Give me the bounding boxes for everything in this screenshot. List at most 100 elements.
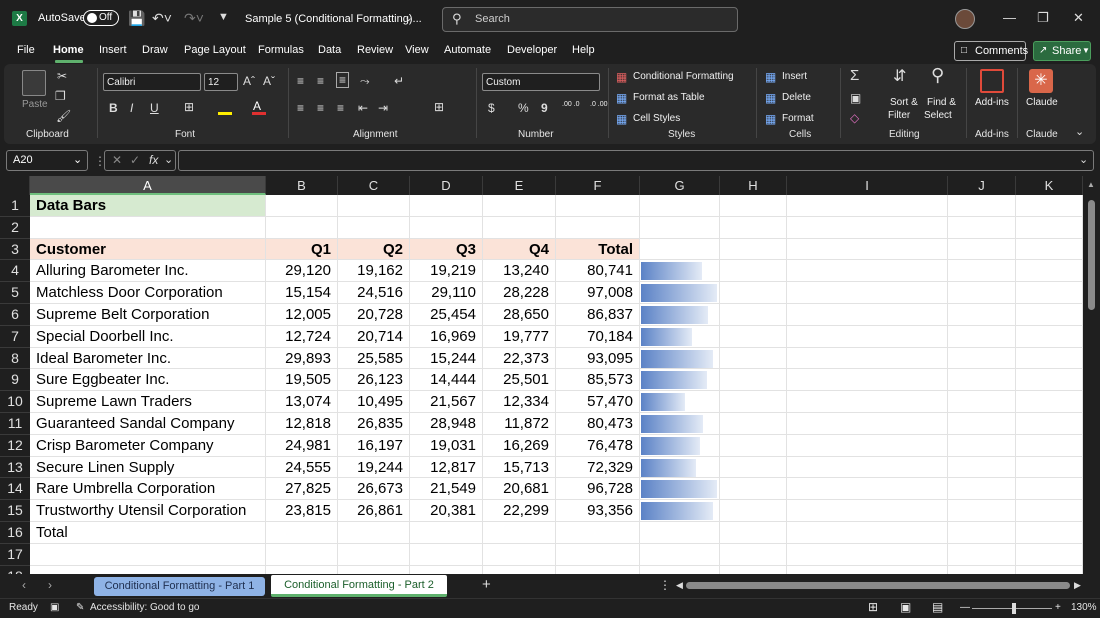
q3-cell[interactable]: 28,948 bbox=[410, 413, 483, 435]
row-header[interactable]: 2 bbox=[0, 216, 30, 239]
grid-cell[interactable] bbox=[787, 369, 948, 392]
customer-cell[interactable]: Matchless Door Corporation bbox=[30, 282, 266, 304]
grid-cell[interactable] bbox=[266, 195, 338, 217]
share-button[interactable]: ↗ Share ▼ bbox=[1033, 41, 1091, 61]
grid-cell[interactable] bbox=[483, 565, 556, 574]
column-header-f[interactable]: F bbox=[556, 176, 640, 195]
chevron-down-icon[interactable]: ⌄ bbox=[404, 10, 413, 26]
orientation-icon[interactable]: ⤳ bbox=[360, 74, 370, 88]
q4-cell[interactable]: 28,650 bbox=[483, 304, 556, 326]
grid-cell[interactable] bbox=[266, 565, 338, 574]
align-right-icon[interactable]: ≡ bbox=[337, 101, 344, 115]
zoom-level[interactable]: 130% bbox=[1071, 602, 1097, 613]
scroll-right-icon[interactable]: ▶ bbox=[1074, 580, 1081, 591]
grid-cell[interactable] bbox=[948, 391, 1016, 413]
row-header[interactable]: 3 bbox=[0, 238, 30, 261]
q3-cell[interactable]: 19,031 bbox=[410, 434, 483, 457]
customer-cell[interactable]: Rare Umbrella Corporation bbox=[30, 478, 266, 501]
grid-cell[interactable] bbox=[1016, 565, 1083, 574]
sort-filter-icon[interactable]: ⇵ bbox=[893, 69, 906, 85]
decrease-font-icon[interactable]: Aˇ bbox=[263, 74, 275, 88]
scroll-up-icon[interactable]: ▲ bbox=[1087, 180, 1095, 189]
total-label-cell[interactable]: Total bbox=[30, 522, 266, 544]
q2-cell[interactable]: 25,585 bbox=[338, 347, 410, 370]
menu-data[interactable]: Data bbox=[318, 44, 341, 56]
align-middle-icon[interactable]: ≡ bbox=[317, 74, 324, 88]
decrease-decimal-icon[interactable]: .0 .00 bbox=[590, 101, 608, 108]
q1-cell[interactable]: 27,825 bbox=[266, 478, 338, 501]
vertical-scroll-thumb[interactable] bbox=[1088, 200, 1095, 310]
row-header[interactable]: 12 bbox=[0, 434, 30, 457]
grid-cell[interactable] bbox=[948, 260, 1016, 283]
customize-qat-icon[interactable]: ▼ bbox=[218, 9, 229, 25]
customer-cell[interactable]: Sure Eggbeater Inc. bbox=[30, 369, 266, 392]
grid-cell[interactable] bbox=[1016, 347, 1083, 370]
grid-cell[interactable] bbox=[787, 347, 948, 370]
bold-icon[interactable]: B bbox=[109, 101, 118, 115]
menu-home[interactable]: Home bbox=[53, 44, 84, 56]
q4-cell[interactable]: 16,269 bbox=[483, 434, 556, 457]
grid-cell[interactable] bbox=[787, 195, 948, 217]
grid-cell[interactable] bbox=[948, 282, 1016, 304]
row-header[interactable]: 8 bbox=[0, 347, 30, 370]
total-cell[interactable]: 72,329 bbox=[556, 456, 640, 479]
q2-cell[interactable]: 20,728 bbox=[338, 304, 410, 326]
grid-cell[interactable] bbox=[720, 522, 787, 544]
q2-cell[interactable]: 26,123 bbox=[338, 369, 410, 392]
clear-icon[interactable]: ◇ bbox=[850, 111, 859, 125]
q1-cell[interactable]: 29,120 bbox=[266, 260, 338, 283]
grid-cell[interactable] bbox=[720, 500, 787, 522]
add-ins-icon[interactable] bbox=[980, 69, 1004, 93]
grid-cell[interactable] bbox=[720, 369, 787, 392]
grid-cell[interactable] bbox=[720, 325, 787, 348]
paste-icon[interactable] bbox=[22, 70, 46, 96]
grid-cell[interactable] bbox=[948, 500, 1016, 522]
total-cell[interactable]: 97,008 bbox=[556, 282, 640, 304]
collapse-ribbon-icon[interactable]: ⌄ bbox=[1075, 125, 1084, 139]
avatar[interactable] bbox=[955, 9, 975, 29]
macro-record-icon[interactable]: ▣ bbox=[50, 602, 59, 613]
q4-cell[interactable]: 15,713 bbox=[483, 456, 556, 479]
find-label[interactable]: Find & bbox=[927, 97, 956, 108]
q1-cell[interactable]: 12,724 bbox=[266, 325, 338, 348]
grid-cell[interactable] bbox=[720, 282, 787, 304]
q2-cell[interactable]: 10,495 bbox=[338, 391, 410, 413]
grid-cell[interactable] bbox=[787, 500, 948, 522]
column-header-h[interactable]: H bbox=[720, 176, 787, 195]
q1-cell[interactable]: 12,818 bbox=[266, 413, 338, 435]
grid-cell[interactable] bbox=[266, 216, 338, 239]
grid-cell[interactable] bbox=[787, 565, 948, 574]
fill-icon[interactable]: ▣ bbox=[850, 91, 861, 105]
grid-cell[interactable] bbox=[556, 543, 640, 566]
grid-cell[interactable] bbox=[1016, 434, 1083, 457]
grid-cell[interactable] bbox=[1016, 195, 1083, 217]
menu-file[interactable]: File bbox=[17, 44, 35, 56]
save-icon[interactable]: 💾 bbox=[128, 10, 145, 26]
grid-cell[interactable] bbox=[948, 369, 1016, 392]
customer-cell[interactable]: Trustworthy Utensil Corporation bbox=[30, 500, 266, 522]
insert-cells-button[interactable]: Insert bbox=[782, 71, 807, 82]
q3-cell[interactable]: 25,454 bbox=[410, 304, 483, 326]
q4-cell[interactable]: 13,240 bbox=[483, 260, 556, 283]
q1-cell[interactable]: 29,893 bbox=[266, 347, 338, 370]
add-sheet-icon[interactable]: + bbox=[482, 576, 491, 593]
grid-cell[interactable] bbox=[948, 456, 1016, 479]
row-header[interactable]: 13 bbox=[0, 456, 30, 479]
q3-cell[interactable]: 15,244 bbox=[410, 347, 483, 370]
menu-draw[interactable]: Draw bbox=[142, 44, 168, 56]
row-header[interactable]: 11 bbox=[0, 413, 30, 435]
grid-cell[interactable] bbox=[948, 522, 1016, 544]
grid-cell[interactable] bbox=[556, 195, 640, 217]
column-header-k[interactable]: K bbox=[1016, 176, 1083, 195]
close-icon[interactable]: ✕ bbox=[1073, 10, 1084, 26]
format-as-table-button[interactable]: Format as Table bbox=[633, 92, 705, 103]
grid-cell[interactable] bbox=[1016, 216, 1083, 239]
title-cell[interactable]: Data Bars bbox=[30, 195, 266, 217]
grid-cell[interactable] bbox=[640, 216, 720, 239]
conditional-formatting-button[interactable]: Conditional Formatting bbox=[633, 71, 734, 82]
grid-cell[interactable] bbox=[720, 434, 787, 457]
worksheet-grid[interactable]: ABCDEFGHIJK123456789101112131415161718Da… bbox=[0, 176, 1083, 574]
grid-cell[interactable] bbox=[948, 434, 1016, 457]
q2-cell[interactable]: 16,197 bbox=[338, 434, 410, 457]
insert-cells-icon[interactable]: ▦ bbox=[765, 70, 776, 84]
